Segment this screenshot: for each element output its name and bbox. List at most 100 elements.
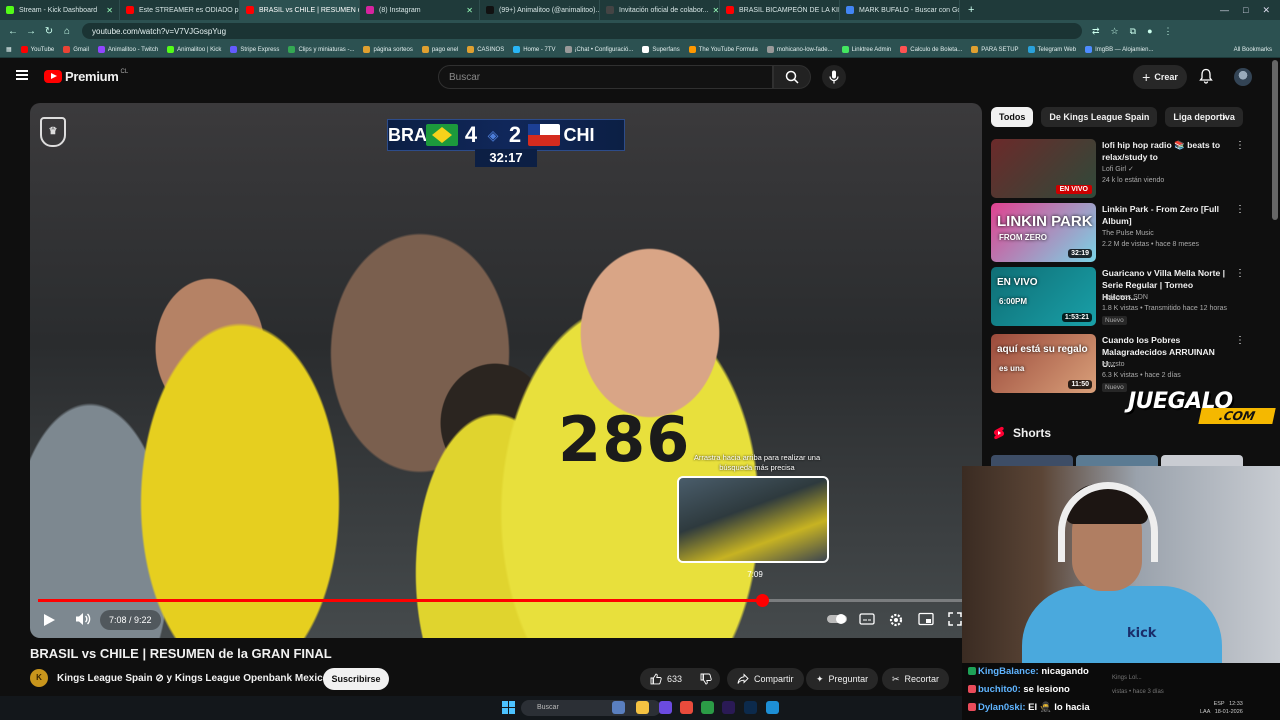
bookmark-item[interactable]: ImgBB — Alojamien... bbox=[1085, 46, 1153, 53]
chevron-right-icon[interactable]: › bbox=[1222, 110, 1226, 124]
widget-icon[interactable] bbox=[612, 701, 625, 714]
progress-scrubber-handle[interactable] bbox=[756, 594, 769, 607]
url-field[interactable]: youtube.com/watch?v=V7VJGospYug bbox=[82, 23, 1082, 39]
more-options-icon[interactable]: ⋮ bbox=[1235, 140, 1245, 151]
progress-bar[interactable] bbox=[38, 594, 974, 607]
like-button[interactable]: 633 bbox=[640, 668, 692, 690]
photoshop-icon[interactable] bbox=[744, 701, 757, 714]
bookmark-item[interactable]: Gmail bbox=[63, 46, 89, 53]
minimize-icon[interactable]: — bbox=[1220, 5, 1229, 15]
notifications-bell-icon[interactable] bbox=[1199, 68, 1213, 84]
reload-icon[interactable]: ↻ bbox=[44, 26, 54, 37]
fullscreen-icon[interactable] bbox=[948, 612, 962, 626]
close-window-icon[interactable]: ✕ bbox=[1262, 5, 1270, 16]
channel-avatar[interactable]: K bbox=[30, 669, 48, 687]
bookmark-item[interactable]: pago enel bbox=[421, 46, 458, 53]
recommendation-channel[interactable]: Halcones SDN bbox=[1102, 293, 1148, 303]
recommendation-item[interactable]: EN VIVO 6:00PM 1:53:21 Guaricano v Villa Me… bbox=[991, 267, 1249, 327]
recommendation-title[interactable]: Linkin Park - From Zero [Full Album] bbox=[1102, 203, 1230, 227]
maximize-icon[interactable]: □ bbox=[1243, 5, 1248, 15]
bookmark-item[interactable]: Linktree Admin bbox=[841, 46, 891, 53]
browser-tab[interactable]: Stream - Kick Dashboard ✕ bbox=[0, 0, 120, 20]
chat-username[interactable]: buchito0: bbox=[978, 684, 1021, 695]
new-tab-button[interactable]: + bbox=[960, 4, 974, 16]
steam-icon[interactable] bbox=[766, 701, 779, 714]
bookmark-item[interactable]: Calculo de Boleta... bbox=[900, 46, 962, 53]
recommendation-channel[interactable]: The Pulse Music bbox=[1102, 229, 1154, 239]
spotify-icon[interactable] bbox=[701, 701, 714, 714]
youtube-premium-logo[interactable]: Premium CL bbox=[44, 69, 128, 84]
browser-tab[interactable]: BRASIL vs CHILE | RESUMEN de...✕ bbox=[240, 0, 360, 20]
discord-icon[interactable] bbox=[659, 701, 672, 714]
recommendation-title[interactable]: lofi hip hop radio 📚 beats to relax/stud… bbox=[1102, 139, 1230, 163]
recommendation-channel[interactable]: Lofi Girl ✓ bbox=[1102, 165, 1134, 175]
voice-search-button[interactable] bbox=[822, 65, 846, 89]
bookmark-item[interactable]: Telegram Web bbox=[1027, 46, 1076, 53]
bookmark-item[interactable]: página sorteos bbox=[363, 46, 413, 53]
autoplay-toggle-icon[interactable] bbox=[826, 612, 848, 626]
browser-tab[interactable]: (99+) Animalitoo (@animalitoo)...✕ bbox=[480, 0, 600, 20]
recommendation-item[interactable]: LINKIN PARK FROM ZERO 32:19 Linkin Park - F… bbox=[991, 203, 1249, 263]
bookmark-item[interactable]: YouTube bbox=[20, 46, 54, 53]
translate-icon[interactable]: ⇄ bbox=[1092, 26, 1100, 37]
bookmark-item[interactable]: Animalitoo | Kick bbox=[167, 46, 221, 53]
recommendation-channel[interactable]: emzsto bbox=[1102, 360, 1125, 370]
filter-chip[interactable]: Liga deportiva bbox=[1165, 107, 1243, 127]
miniplayer-icon[interactable] bbox=[918, 612, 934, 626]
filter-chip[interactable]: Todos bbox=[991, 107, 1034, 127]
bookmark-item[interactable]: Superfans bbox=[642, 46, 680, 53]
subscribe-button[interactable]: Suscribirse bbox=[323, 668, 389, 690]
tab-close-icon[interactable]: ✕ bbox=[462, 6, 473, 15]
bookmark-item[interactable]: The YouTube Formula bbox=[688, 46, 758, 53]
play-icon[interactable] bbox=[44, 614, 55, 626]
all-bookmarks-button[interactable]: All Bookmarks bbox=[1234, 47, 1280, 53]
forward-icon[interactable]: → bbox=[26, 26, 36, 37]
bookmark-item[interactable]: Stripe Express bbox=[230, 46, 279, 53]
tab-close-icon[interactable]: ✕ bbox=[102, 6, 113, 15]
bookmark-item[interactable]: CASINOS bbox=[467, 46, 504, 53]
tab-close-icon[interactable]: ✕ bbox=[709, 6, 720, 15]
settings-gear-icon[interactable] bbox=[888, 612, 904, 628]
subtitles-icon[interactable] bbox=[859, 612, 875, 626]
browser-menu-icon[interactable]: ⋮ bbox=[1164, 26, 1173, 37]
recommendation-thumbnail[interactable]: LINKIN PARK FROM ZERO 32:19 bbox=[991, 203, 1096, 262]
bookmark-star-icon[interactable]: ☆ bbox=[1111, 26, 1119, 37]
search-button[interactable] bbox=[773, 65, 811, 89]
recommendation-thumbnail[interactable]: EN VIVO bbox=[991, 139, 1096, 198]
account-avatar[interactable] bbox=[1234, 68, 1252, 86]
recommendation-item[interactable]: aquí está su regalo es una 11:50 Cuando los… bbox=[991, 334, 1249, 394]
chat-username[interactable]: KingBalance: bbox=[978, 666, 1039, 677]
bookmark-item[interactable]: Home - 7TV bbox=[513, 46, 556, 53]
premiere-pro-icon[interactable] bbox=[722, 701, 735, 714]
more-options-icon[interactable]: ⋮ bbox=[1235, 204, 1245, 215]
dislike-button[interactable] bbox=[692, 668, 720, 690]
windows-start-icon[interactable] bbox=[502, 701, 515, 714]
bookmark-item[interactable]: mohicano-low-fade... bbox=[766, 46, 833, 53]
recommendation-thumbnail[interactable]: aquí está su regalo es una 11:50 bbox=[991, 334, 1096, 393]
volume-icon[interactable] bbox=[74, 611, 92, 627]
create-button[interactable]: + Crear bbox=[1133, 65, 1187, 89]
file-explorer-icon[interactable] bbox=[636, 701, 649, 714]
chat-username[interactable]: Dylan0ski: bbox=[978, 702, 1026, 713]
home-icon[interactable]: ⌂ bbox=[62, 26, 72, 37]
bookmark-item[interactable]: PARA SETUP bbox=[971, 46, 1019, 53]
clip-button[interactable]: ✂ Recortar bbox=[882, 668, 950, 690]
back-icon[interactable]: ← bbox=[8, 26, 18, 37]
more-options-icon[interactable]: ⋮ bbox=[1235, 268, 1245, 279]
ask-button[interactable]: ✦ Preguntar bbox=[806, 668, 879, 690]
filter-chip[interactable]: De Kings League Spain bbox=[1041, 107, 1158, 127]
chrome-icon[interactable] bbox=[680, 701, 693, 714]
profile-icon[interactable]: ● bbox=[1147, 26, 1152, 37]
recommendation-thumbnail[interactable]: EN VIVO 6:00PM 1:53:21 bbox=[991, 267, 1096, 326]
browser-tab[interactable]: BRASIL BICAMPEÓN DE LA KIN...✕ bbox=[720, 0, 840, 20]
browser-tab[interactable]: Este STREAMER es ODIADO po...✕ bbox=[120, 0, 240, 20]
bookmark-item[interactable]: Animalitoo - Twitch bbox=[97, 46, 158, 53]
share-button[interactable]: Compartir bbox=[727, 668, 804, 690]
bookmark-item[interactable]: ¡Chat • Configuració... bbox=[564, 46, 633, 53]
browser-tab[interactable]: (8) Instagram ✕ bbox=[360, 0, 480, 20]
extensions-icon[interactable]: ⧉ bbox=[1130, 26, 1136, 37]
apps-grid-icon[interactable]: ▦ bbox=[6, 46, 12, 53]
bookmark-item[interactable]: Clips y miniaturas -... bbox=[288, 46, 354, 53]
recommendation-item[interactable]: EN VIVO lofi hip hop radio 📚 beats to rel… bbox=[991, 139, 1249, 199]
page-scrollbar[interactable] bbox=[1272, 60, 1278, 220]
